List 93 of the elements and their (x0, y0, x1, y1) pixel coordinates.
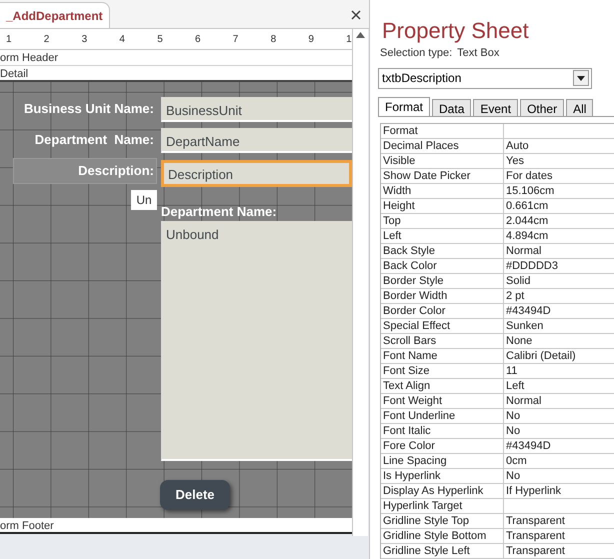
property-value[interactable]: Yes (504, 154, 524, 168)
property-name: Width (381, 184, 504, 198)
text-box[interactable]: DepartName (161, 128, 352, 153)
document-tab[interactable]: _AddDepartment (0, 2, 110, 28)
property-name: Text Align (381, 378, 504, 392)
property-value[interactable]: Transparent (504, 544, 565, 558)
property-value[interactable]: 2.044cm (504, 214, 548, 228)
property-name: Border Style (381, 274, 504, 288)
field-label: Department Name: (34, 131, 155, 150)
property-name: Font Italic (381, 424, 504, 438)
property-name: Gridline Style Bottom (381, 528, 504, 542)
property-value[interactable]: Normal (504, 394, 542, 408)
property-value[interactable]: #43494D (504, 438, 551, 452)
property-name: Font Weight (381, 394, 504, 408)
ruler-number: 5 (157, 32, 164, 46)
property-value[interactable]: 2 pt (504, 288, 524, 302)
ruler-number: 8 (270, 32, 277, 46)
property-value[interactable]: If Hyperlink (504, 484, 562, 498)
property-value[interactable]: Calibri (Detail) (504, 348, 576, 362)
property-name: Gridline Style Left (381, 544, 504, 558)
property-value[interactable]: None (504, 334, 532, 348)
property-value[interactable]: Solid (504, 274, 530, 288)
text-box[interactable]: Description (161, 160, 352, 187)
tab[interactable]: Data (432, 98, 472, 116)
property-name: Fore Color (381, 438, 504, 452)
text-box[interactable]: Unbound (161, 221, 352, 461)
tab[interactable]: All (566, 98, 594, 116)
panel-title: Property Sheet (381, 18, 530, 44)
ruler-number: 9 (308, 32, 314, 46)
property-value[interactable]: No (504, 468, 520, 482)
property-name: Decimal Places (381, 138, 504, 152)
property-value[interactable]: No (504, 424, 520, 438)
ruler-number: 4 (119, 32, 126, 46)
property-value[interactable]: 15.106cm (504, 184, 554, 198)
ruler-number: 7 (232, 32, 239, 46)
property-value[interactable]: 11 (504, 364, 518, 378)
close-icon[interactable] (351, 10, 361, 20)
property-name: Is Hyperlink (381, 468, 504, 482)
property-name: Font Underline (381, 408, 504, 422)
property-name: Hyperlink Target (381, 498, 504, 512)
property-value[interactable]: For dates (504, 168, 552, 182)
property-name: Font Size (381, 364, 504, 378)
field-label: Department Name: (161, 203, 278, 221)
property-name: Top (381, 214, 504, 228)
property-value[interactable]: Normal (504, 244, 542, 258)
property-value[interactable]: Auto (504, 138, 529, 152)
property-name: Display As Hyperlink (381, 484, 504, 498)
property-name: Height (381, 198, 504, 212)
property-name: Left (381, 228, 504, 242)
property-name: Border Color (381, 304, 504, 318)
up-arrow-icon[interactable] (356, 32, 365, 38)
ruler-number: 6 (194, 32, 201, 46)
property-value[interactable]: 0cm (504, 454, 527, 468)
dropdown-value: txtbDescription (382, 70, 462, 87)
selection-type-value: Text Box (457, 46, 500, 61)
tab[interactable]: Event (473, 98, 518, 116)
property-name: Format (381, 124, 504, 138)
ruler-number: 1 (6, 32, 12, 46)
property-name: Gridline Style Top (381, 514, 504, 528)
text-box[interactable]: Un (131, 190, 157, 210)
field-label: Business Unit Name: (22, 100, 155, 118)
property-value[interactable]: #DDDDD3 (504, 258, 558, 272)
property-name: Visible (381, 154, 504, 168)
delete-button[interactable]: Delete (160, 480, 230, 510)
property-value[interactable]: No (504, 408, 520, 422)
tab[interactable]: Format (378, 96, 430, 116)
property-name: Font Name (381, 348, 504, 362)
scrollbar[interactable] (352, 29, 368, 536)
property-value[interactable]: Transparent (504, 528, 565, 542)
property-value[interactable]: 4.894cm (504, 228, 548, 242)
object-dropdown[interactable]: txtbDescription (378, 68, 592, 88)
tab[interactable]: Other (520, 98, 564, 116)
ruler-number: 3 (82, 32, 88, 46)
property-value[interactable]: Transparent (504, 514, 565, 528)
ruler-number: 1 (346, 32, 352, 46)
selection-type-label: Selection type: (380, 46, 452, 61)
property-name: Back Style (381, 244, 504, 258)
property-value[interactable]: 0.661cm (504, 198, 548, 212)
property-name: Scroll Bars (381, 334, 504, 348)
section-bar: Detail (0, 66, 352, 82)
property-name: Show Date Picker (381, 168, 504, 182)
text-box[interactable]: BusinessUnit (161, 97, 352, 122)
property-name: Border Width (381, 288, 504, 302)
property-name: Line Spacing (381, 454, 504, 468)
field-label: Description: (14, 159, 156, 183)
ruler-number: 2 (44, 32, 50, 46)
property-value[interactable]: #43494D (504, 304, 551, 318)
property-value[interactable]: Left (504, 378, 524, 392)
property-name: Back Color (381, 258, 504, 272)
property-name: Special Effect (381, 318, 504, 332)
property-value[interactable]: Sunken (504, 318, 544, 332)
section-bar: orm Header (0, 50, 352, 66)
section-bar: orm Footer (0, 518, 352, 534)
